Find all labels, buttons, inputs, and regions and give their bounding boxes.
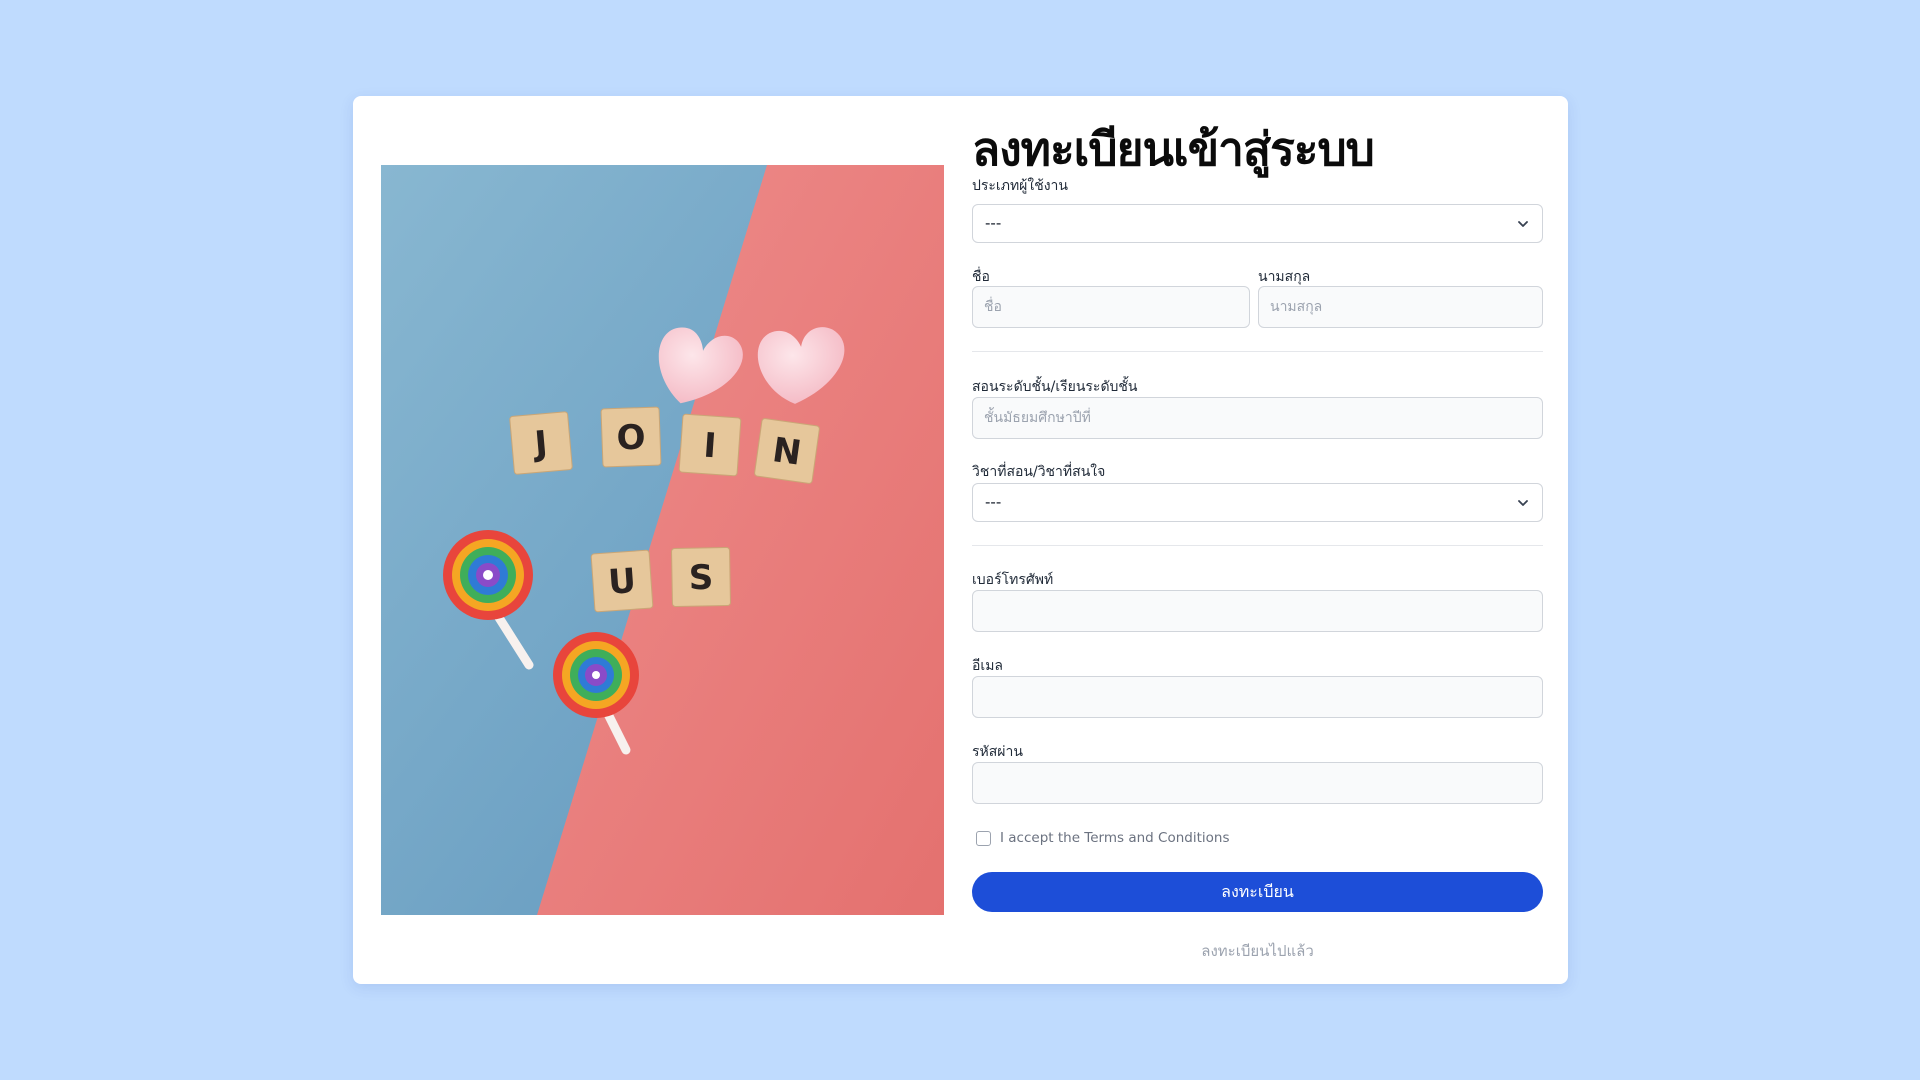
email-field[interactable] — [972, 676, 1543, 718]
already-registered-link[interactable]: ลงทะเบียนไปแล้ว — [972, 939, 1543, 963]
tile-letter: O — [616, 418, 646, 459]
join-us-photo: J O I N U S — [381, 165, 944, 915]
first-name-field[interactable] — [972, 286, 1250, 328]
first-name-label: ชื่อ — [972, 269, 990, 285]
chevron-down-icon — [1518, 221, 1528, 227]
email-label: อีเมล — [972, 658, 1004, 674]
terms-checkbox[interactable] — [976, 830, 991, 846]
letter-tile: J — [509, 411, 573, 475]
last-name-field[interactable] — [1258, 286, 1543, 328]
subject-label: วิชาที่สอน/วิชาที่สนใจ — [972, 464, 1106, 480]
letter-tile: S — [671, 547, 731, 607]
letter-tile: I — [678, 413, 742, 477]
letter-tile: U — [590, 549, 654, 613]
tile-letter: S — [688, 558, 713, 598]
tile-letter: U — [607, 561, 637, 603]
password-field[interactable] — [972, 762, 1543, 804]
tile-letter: N — [770, 430, 804, 474]
divider — [972, 351, 1543, 352]
terms-label[interactable]: I accept the Terms and Conditions — [1000, 830, 1230, 846]
subject-select[interactable]: --- — [972, 483, 1543, 522]
phone-field[interactable] — [972, 590, 1543, 632]
chevron-down-icon — [1518, 500, 1528, 506]
phone-label: เบอร์โทรศัพท์ — [972, 572, 1054, 588]
subject-value: --- — [985, 493, 1002, 511]
terms-row: I accept the Terms and Conditions — [976, 829, 1230, 847]
password-label: รหัสผ่าน — [972, 744, 1023, 760]
last-name-label: นามสกุล — [1258, 269, 1311, 285]
grade-field[interactable] — [972, 397, 1543, 439]
user-type-label: ประเภทผู้ใช้งาน — [972, 178, 1068, 194]
user-type-select[interactable]: --- — [972, 204, 1543, 243]
divider — [972, 545, 1543, 546]
register-button[interactable]: ลงทะเบียน — [972, 872, 1543, 912]
grade-label: สอนระดับชั้น/เรียนระดับชั้น — [972, 379, 1138, 395]
register-card: J O I N U S ลงทะเบียนเข้าสู่ระบบ ประเภทผ… — [353, 96, 1568, 984]
user-type-value: --- — [985, 214, 1002, 232]
letter-tile: N — [754, 418, 820, 484]
letter-tile: O — [600, 406, 662, 468]
